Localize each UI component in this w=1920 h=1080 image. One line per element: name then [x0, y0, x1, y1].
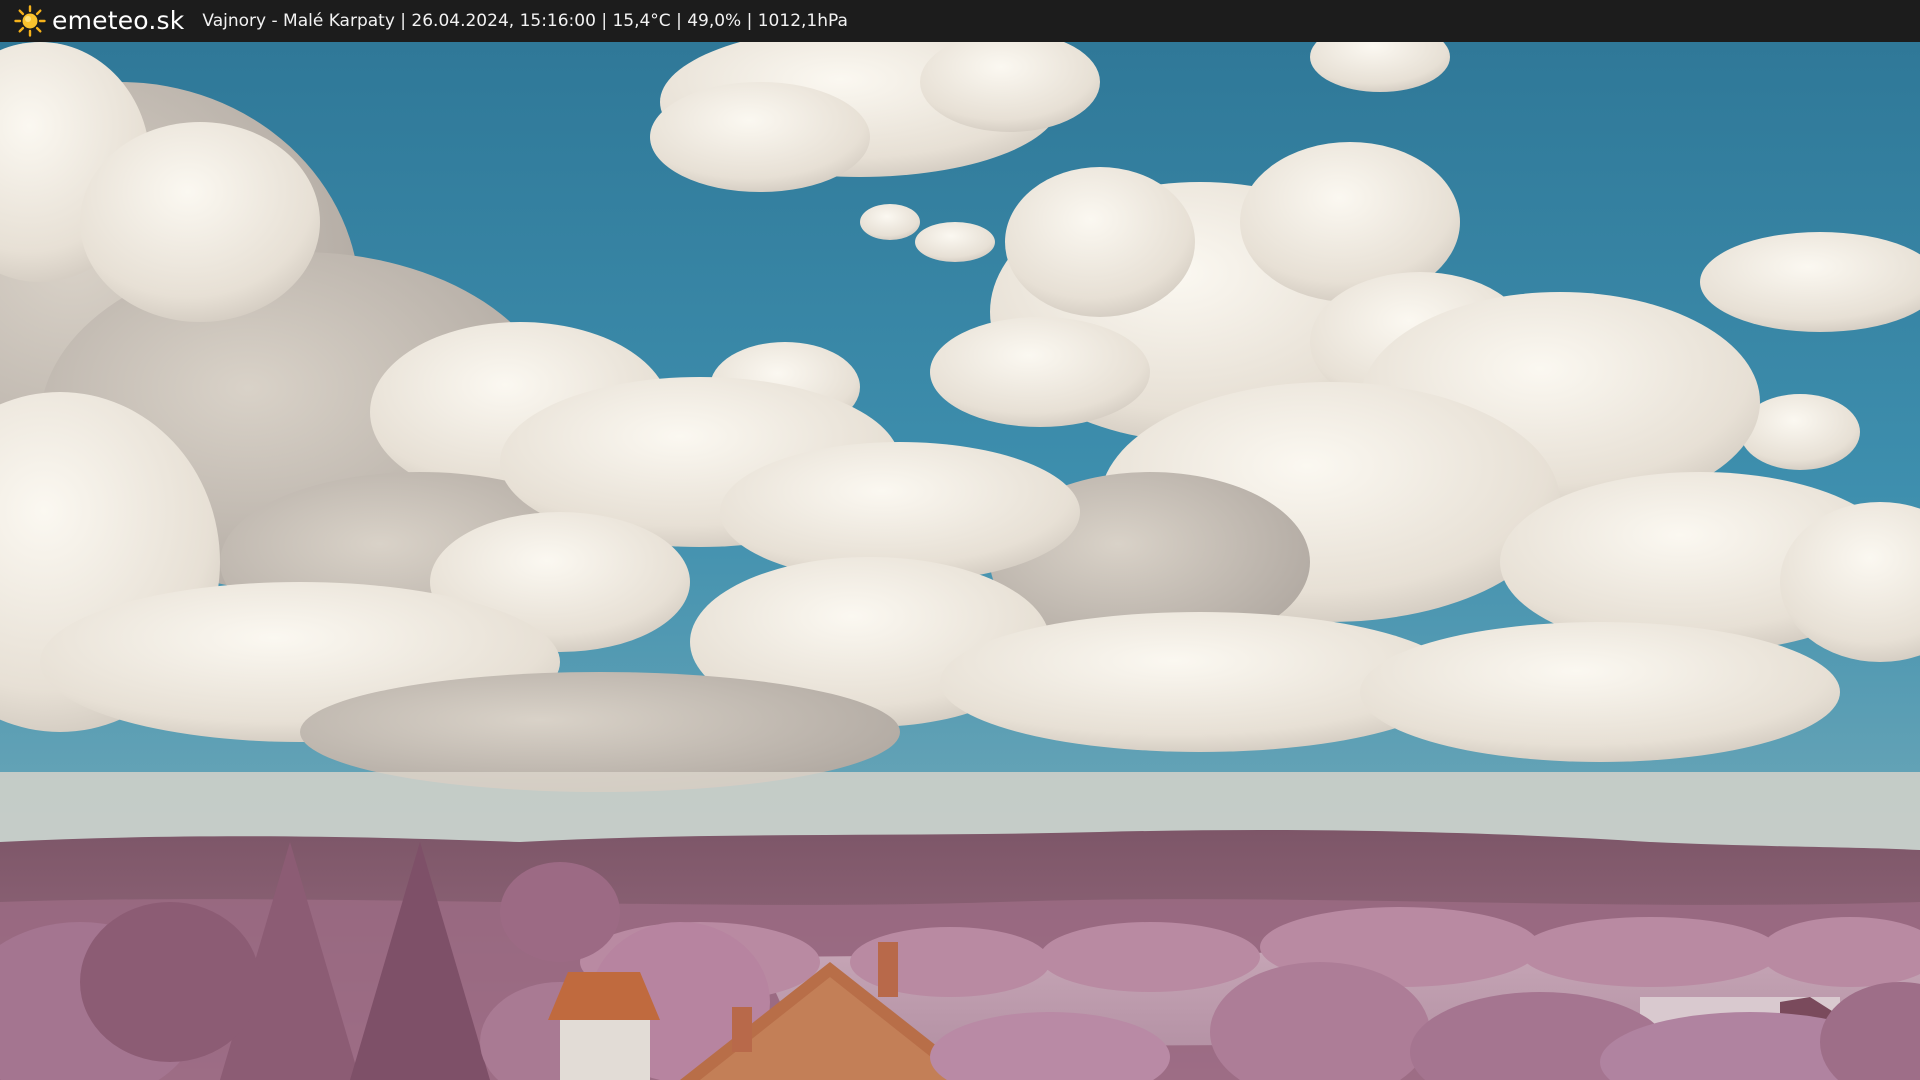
cloud-puff — [860, 204, 920, 240]
logo: emeteo.sk — [14, 0, 184, 42]
station-caption: Vajnory - Malé Karpaty | 26.04.2024, 15:… — [202, 11, 848, 31]
webcam-image — [0, 42, 1920, 1080]
caption-bar: emeteo.sk Vajnory - Malé Karpaty | 26.04… — [0, 0, 1920, 42]
sun-icon — [14, 5, 46, 37]
webcam-frame: emeteo.sk Vajnory - Malé Karpaty | 26.04… — [0, 0, 1920, 1080]
brand-name: emeteo.sk — [52, 6, 185, 35]
house-left — [548, 972, 660, 1080]
cloud-puff — [915, 222, 995, 262]
